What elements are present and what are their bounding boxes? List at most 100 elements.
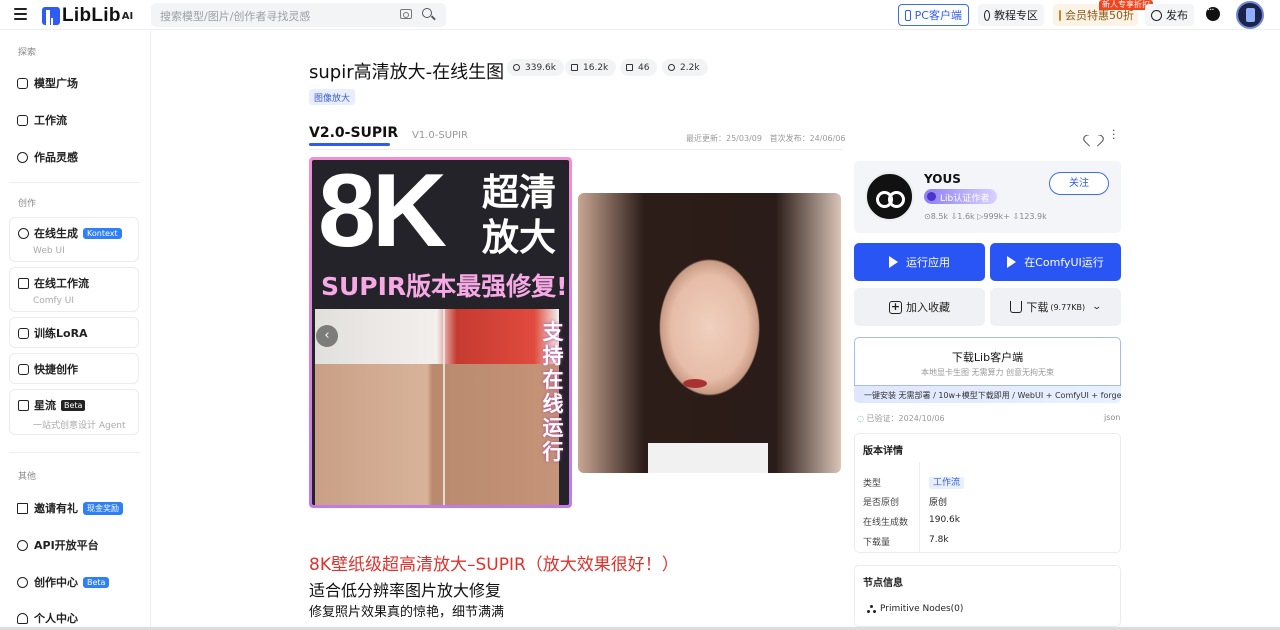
poster-vertical-text: 支持在线运行 <box>542 320 564 464</box>
sidebar-item-invite[interactable]: 邀请有礼 现金奖励 <box>17 500 123 516</box>
sidebar-card-online-generate[interactable]: 在线生成 Kontext Web UI <box>9 217 139 262</box>
client-sub: 本地显卡生图 无需算力 创意无拘无束 <box>920 368 1055 377</box>
sidebar-item-creator-center[interactable]: 创作中心 Beta <box>17 574 110 590</box>
author-name[interactable]: YOUS <box>924 172 961 186</box>
cash-tag: 现金奖励 <box>83 501 123 515</box>
stat-images: 46 <box>620 59 658 76</box>
heart-icon <box>668 64 675 71</box>
divider <box>309 149 843 150</box>
poster-subtitle: SUPIR版本最强修复! <box>321 272 568 301</box>
sidebar-item-models[interactable]: 模型广场 <box>17 75 78 91</box>
bulb-icon <box>17 151 28 163</box>
poster-side-title: 超清放大 <box>482 171 556 259</box>
pc-client-button[interactable]: PC客户端 <box>898 4 969 26</box>
stat-value: 2.2k <box>680 62 700 73</box>
divider <box>9 182 140 183</box>
run-comfyui-button[interactable]: 在ComfyUI运行 <box>990 243 1121 281</box>
user-avatar[interactable] <box>1236 1 1264 29</box>
detail-key: 下载量 <box>863 538 891 548</box>
play-icon <box>889 256 898 268</box>
download-button[interactable]: 下载 (9.77KB) ⌄ <box>990 288 1121 326</box>
author-stats: ⊙8.5k ⇩1.6k ▷999k+ ⇩123.9k <box>924 212 1047 221</box>
logo[interactable]: LibLib AI <box>42 5 133 27</box>
showcase-portrait-image <box>578 193 841 473</box>
sidebar-item-label: 工作流 <box>34 114 67 127</box>
logo-ai: AI <box>121 10 134 22</box>
sidebar-item-label: 个人中心 <box>34 612 78 625</box>
run-comfyui-label: 在ComfyUI运行 <box>1024 256 1104 269</box>
play-icon <box>513 64 520 71</box>
user-icon <box>17 612 28 624</box>
section-other: 其他 <box>18 472 37 482</box>
search-placeholder: 搜索模型/图片/创作者寻找灵感 <box>160 10 311 23</box>
tutorial-icon <box>984 9 990 21</box>
sidebar-item-label: 模型广场 <box>34 77 78 90</box>
message-icon[interactable] <box>1206 5 1220 21</box>
camera-icon[interactable] <box>400 9 412 19</box>
crown-icon <box>1059 9 1061 21</box>
author-avatar[interactable] <box>865 172 914 221</box>
favorite-button[interactable]: + 加入收藏 <box>854 288 985 326</box>
version-details-panel: 版本详情 类型 工作流 是否原创 原创 在线生成数 190.6k 下载量 7.8… <box>854 433 1121 553</box>
tab-version-v2[interactable]: V2.0-SUPIR <box>309 125 398 141</box>
carousel-prev-button[interactable]: ‹ <box>316 325 338 347</box>
stat-value: 16.2k <box>583 62 609 73</box>
sidebar: 探索 模型广场 工作流 作品灵感 创作 在线生成 Kontext Web UI 在… <box>0 31 151 630</box>
sidebar-card-online-workflow[interactable]: 在线工作流 Comfy UI <box>9 267 139 312</box>
publish-label: 发布 <box>1166 9 1188 22</box>
pc-client-label: PC客户端 <box>914 9 962 22</box>
chevron-down-icon: ⌄ <box>1091 302 1103 312</box>
sidebar-item-inspiration[interactable]: 作品灵感 <box>17 149 78 165</box>
sidebar-item-workflow[interactable]: 工作流 <box>17 112 67 128</box>
more-icon[interactable]: · · · <box>1112 125 1116 144</box>
sidebar-item-profile[interactable]: 个人中心 <box>17 610 78 626</box>
verified-text: 已验证：2024/10/06 <box>866 414 945 423</box>
run-app-button[interactable]: 运行应用 <box>854 243 985 281</box>
plus-circle-icon <box>1151 9 1162 21</box>
like-heart-icon[interactable] <box>1087 130 1099 141</box>
node-item[interactable]: Primitive Nodes(0) <box>867 604 963 614</box>
box-icon <box>18 363 29 375</box>
shield-check-icon: ◌ <box>857 414 864 423</box>
play-icon <box>1007 256 1017 268</box>
tab-version-v1[interactable]: V1.0-SUPIR <box>412 130 468 141</box>
search-input[interactable]: 搜索模型/图片/创作者寻找灵感 <box>151 3 446 27</box>
verified-author-badge: Lib认证作者 <box>924 189 998 204</box>
card-title: 在线工作流 <box>34 277 89 290</box>
sidebar-card-quick-create[interactable]: 快捷创作 <box>9 353 139 384</box>
category-tag[interactable]: 图像放大 <box>309 89 356 105</box>
image-icon <box>626 64 633 71</box>
client-banner: 一键安装 无需部署 / 10w+模型下载即用 / WebUI + ComfyUI… <box>854 386 1122 403</box>
section-explore: 探索 <box>18 48 37 58</box>
sidebar-card-xingliu[interactable]: 星流 Beta 一站式创意设计 Agent <box>9 389 139 435</box>
download-label: 下载 <box>1026 301 1049 314</box>
page-title: supir高清放大-在线生图 <box>309 62 505 83</box>
menu-icon[interactable] <box>14 8 27 20</box>
sidebar-item-api[interactable]: API开放平台 <box>17 537 99 553</box>
follow-button[interactable]: 关注 <box>1049 172 1109 195</box>
favorite-label: 加入收藏 <box>906 301 950 314</box>
version-dates: 最近更新：25/03/09 首次发布：24/06/06 <box>686 133 846 144</box>
json-link[interactable]: json <box>1104 413 1120 422</box>
run-app-label: 运行应用 <box>906 256 950 269</box>
tutorials-button[interactable]: 教程专区 <box>978 4 1044 26</box>
monitor-icon <box>905 9 911 21</box>
poster-big-text: 8K <box>318 160 447 269</box>
card-title: 在线生成 <box>34 227 78 240</box>
card-sub: Comfy UI <box>33 296 74 306</box>
poster-face-comparison <box>315 309 559 505</box>
sidebar-card-train-lora[interactable]: 训练LoRA <box>9 317 139 348</box>
beta-tag: Beta <box>61 399 86 411</box>
stat-value: 339.6k <box>525 62 556 73</box>
detail-value: 原创 <box>929 498 948 508</box>
updated-date: 最近更新：25/03/09 <box>686 134 762 143</box>
download-client-card[interactable]: 下载Lib客户端 本地显卡生图 无需算力 创意无拘无束 <box>854 337 1121 386</box>
sidebar-item-label: 邀请有礼 <box>34 502 78 515</box>
publish-button[interactable]: 发布 <box>1145 4 1194 26</box>
search-icon[interactable] <box>422 8 432 18</box>
tutorials-label: 教程专区 <box>994 9 1038 22</box>
follow-label: 关注 <box>1069 178 1089 189</box>
detail-key: 在线生成数 <box>863 518 909 528</box>
stat-likes: 2.2k <box>662 59 708 76</box>
divider <box>919 462 920 552</box>
